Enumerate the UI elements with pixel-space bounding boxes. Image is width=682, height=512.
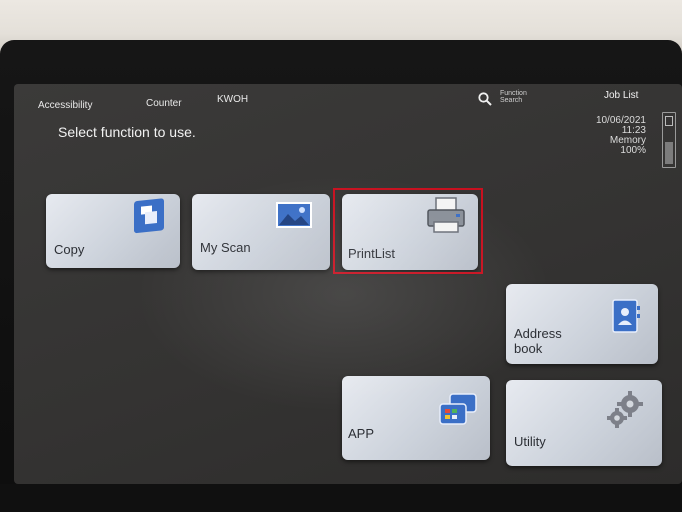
- status-panel: 10/06/2021 11:23 Memory 100%: [596, 116, 646, 156]
- copy-button[interactable]: Copy: [46, 194, 180, 268]
- memory-icon: [662, 112, 676, 168]
- function-search-label-1: Function: [500, 90, 527, 97]
- app-button[interactable]: APP: [342, 376, 490, 460]
- memory-value: 100%: [620, 145, 646, 156]
- accessibility-button[interactable]: Accessibility: [38, 100, 92, 111]
- gear-icon: [607, 391, 643, 428]
- copy-label: Copy: [54, 242, 85, 257]
- page-title: Select function to use.: [58, 124, 196, 140]
- search-icon[interactable]: [478, 92, 492, 106]
- utility-button[interactable]: Utility: [506, 380, 662, 466]
- utility-label: Utility: [514, 434, 546, 449]
- function-search-label-2: Search: [500, 97, 523, 104]
- address-book-label: Address book: [514, 326, 562, 356]
- scan-icon: [276, 202, 312, 228]
- bottom-bezel: [0, 484, 682, 512]
- address-book-label-1: Address: [514, 326, 562, 341]
- copy-icon: [134, 198, 164, 234]
- app-icon: [439, 393, 477, 425]
- app-label: APP: [348, 426, 375, 441]
- my-scan-button[interactable]: My Scan: [192, 194, 330, 270]
- address-book-button[interactable]: Address book: [506, 284, 658, 364]
- highlight-box: [333, 188, 483, 274]
- touch-screen: Accessibility Counter KWOH Function Sear…: [14, 84, 682, 484]
- user-name[interactable]: KWOH: [217, 94, 248, 105]
- function-search-button[interactable]: Function Search: [500, 90, 540, 104]
- job-list-button[interactable]: Job List: [604, 90, 638, 101]
- address-book-label-2: book: [514, 341, 543, 356]
- counter-button[interactable]: Counter: [146, 98, 182, 109]
- my-scan-label: My Scan: [200, 240, 251, 255]
- address-book-icon: [612, 299, 640, 333]
